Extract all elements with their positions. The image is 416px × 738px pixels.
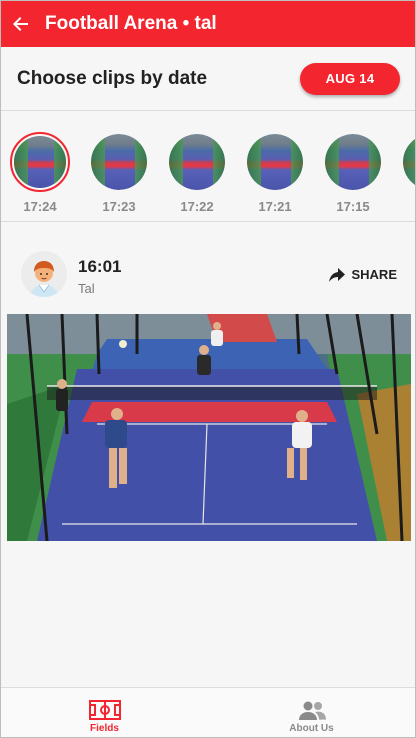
boy-avatar-icon — [21, 251, 67, 297]
date-selector-title: Choose clips by date — [17, 67, 208, 89]
clip-thumbnail — [401, 132, 415, 192]
nav-label-fields: Fields — [90, 723, 119, 734]
clip-post: 16:01 Tal SHARE — [1, 237, 415, 687]
clip-time: 17:15 — [336, 199, 370, 214]
share-arrow-icon — [329, 267, 346, 282]
bottom-navigation: Fields About Us — [1, 687, 415, 737]
clip-thumbnail — [323, 132, 383, 192]
page-title: Football Arena • tal — [45, 13, 217, 34]
clip-item[interactable]: 17:21 — [240, 132, 310, 214]
clip-item[interactable]: 17:24 — [5, 132, 75, 214]
back-button[interactable] — [1, 1, 41, 47]
clip-item[interactable]: 17:15 — [318, 132, 388, 214]
clip-item[interactable]: 17:23 — [84, 132, 154, 214]
people-icon — [298, 701, 326, 720]
date-picker-button[interactable]: AUG 14 — [300, 62, 400, 95]
clip-time: 17:23 — [102, 199, 136, 214]
nav-label-about-us: About Us — [289, 723, 334, 734]
clip-thumbnail — [167, 132, 227, 192]
nav-item-fields[interactable]: Fields — [1, 688, 208, 737]
share-button[interactable]: SHARE — [329, 267, 397, 282]
clip-time: 17:24 — [23, 199, 57, 214]
clip-time: 17:21 — [258, 199, 292, 214]
app-header: Football Arena • tal — [1, 1, 415, 47]
clip-item[interactable]: 17:22 — [162, 132, 232, 214]
clip-thumbnail — [245, 132, 305, 192]
clip-username: Tal — [78, 281, 95, 296]
clip-time: 17:22 — [180, 199, 214, 214]
nav-item-about-us[interactable]: About Us — [208, 688, 415, 737]
share-label: SHARE — [351, 267, 397, 282]
date-selector-row: Choose clips by date AUG 14 — [1, 47, 415, 111]
back-arrow-icon — [13, 17, 28, 31]
clip-thumbnail — [10, 132, 70, 192]
field-icon — [88, 700, 121, 720]
clip-thumbnail — [89, 132, 149, 192]
clip-item-partial[interactable] — [396, 132, 415, 192]
clip-timestamp: 16:01 — [78, 257, 122, 276]
clip-strip[interactable]: 17:24 17:23 17:22 17:21 17:15 — [1, 112, 415, 222]
app-frame: Football Arena • tal Choose clips by dat… — [0, 0, 416, 738]
clip-video[interactable] — [7, 314, 411, 541]
